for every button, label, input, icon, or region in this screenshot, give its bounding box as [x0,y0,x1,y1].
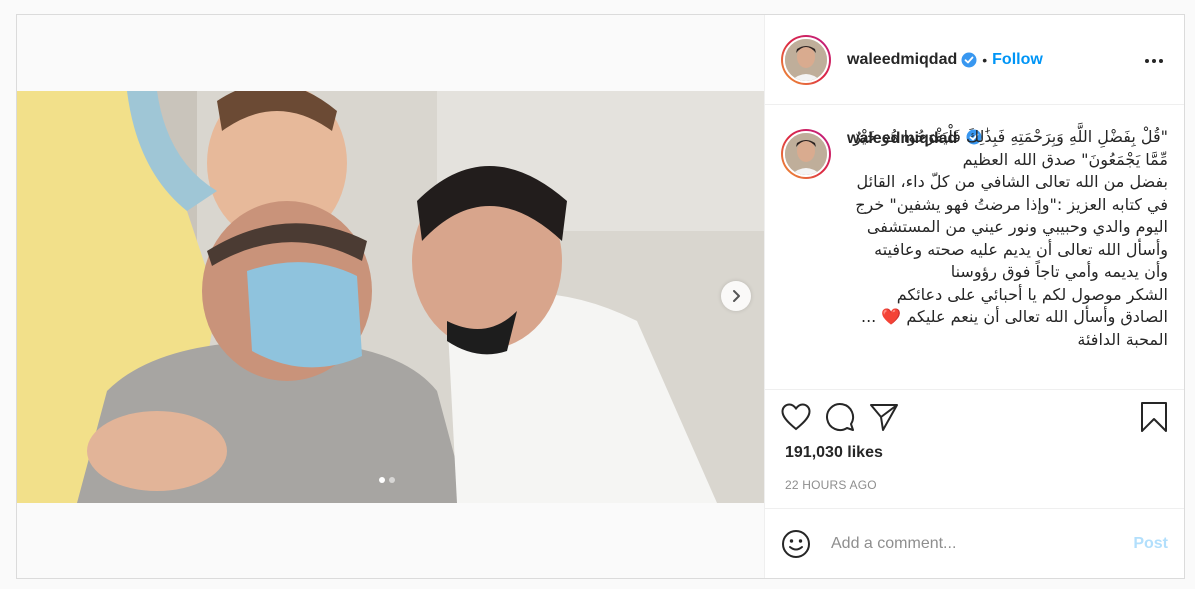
more-options-button[interactable] [1140,48,1168,71]
caption-body: waleedmiqdad "قُلْ بِفَضْلِ اللَّهِ وَبِ… [847,127,1168,389]
comment-box: Post [765,508,1184,578]
post-sidebar: waleedmiqdad • Follow waleedmiqdad "قُلْ… [765,15,1184,578]
avatar-image [783,36,829,83]
carousel-dot-active [379,477,385,483]
profile-avatar[interactable] [781,34,831,85]
share-icon [870,404,898,431]
comment-button[interactable] [825,402,855,432]
bookmark-icon [1141,402,1167,432]
emoji-button[interactable] [781,529,811,559]
carousel-next-button[interactable] [721,281,751,311]
emoji-icon [782,529,810,558]
share-button[interactable] [869,402,899,432]
verified-badge-icon [961,52,977,67]
post-frame: waleedmiqdad • Follow waleedmiqdad "قُلْ… [16,14,1185,579]
post-comment-button[interactable]: Post [1133,535,1168,553]
caption-avatar[interactable] [781,129,831,179]
more-options-icon [1145,59,1163,63]
comment-input[interactable] [831,534,1134,553]
action-bar [765,390,1184,444]
header-username[interactable]: waleedmiqdad [847,51,957,69]
post-media [17,15,765,578]
post-header: waleedmiqdad • Follow [765,15,1184,105]
like-button[interactable] [781,403,811,431]
heart-icon [781,403,811,431]
caption-text: "قُلْ بِفَضْلِ اللَّهِ وَبِرَحْمَتِهِ فَ… [853,127,1168,349]
carousel-dot [389,477,395,483]
carousel-indicator [379,477,395,483]
chevron-right-icon [733,290,740,302]
follow-button[interactable]: Follow [992,51,1043,69]
header-separator: • [982,51,988,68]
post-photo[interactable] [17,91,764,503]
avatar-image [783,131,829,177]
caption-section: waleedmiqdad "قُلْ بِفَضْلِ اللَّهِ وَبِ… [765,105,1184,390]
photo-illustration [17,91,764,503]
avatar-illustration [785,38,827,81]
avatar-illustration [785,133,827,175]
likes-count[interactable]: 191,030 likes [765,444,1184,470]
save-button[interactable] [1140,401,1168,433]
post-timestamp[interactable]: 22 HOURS AGO [765,470,1184,508]
comment-icon [826,403,854,431]
